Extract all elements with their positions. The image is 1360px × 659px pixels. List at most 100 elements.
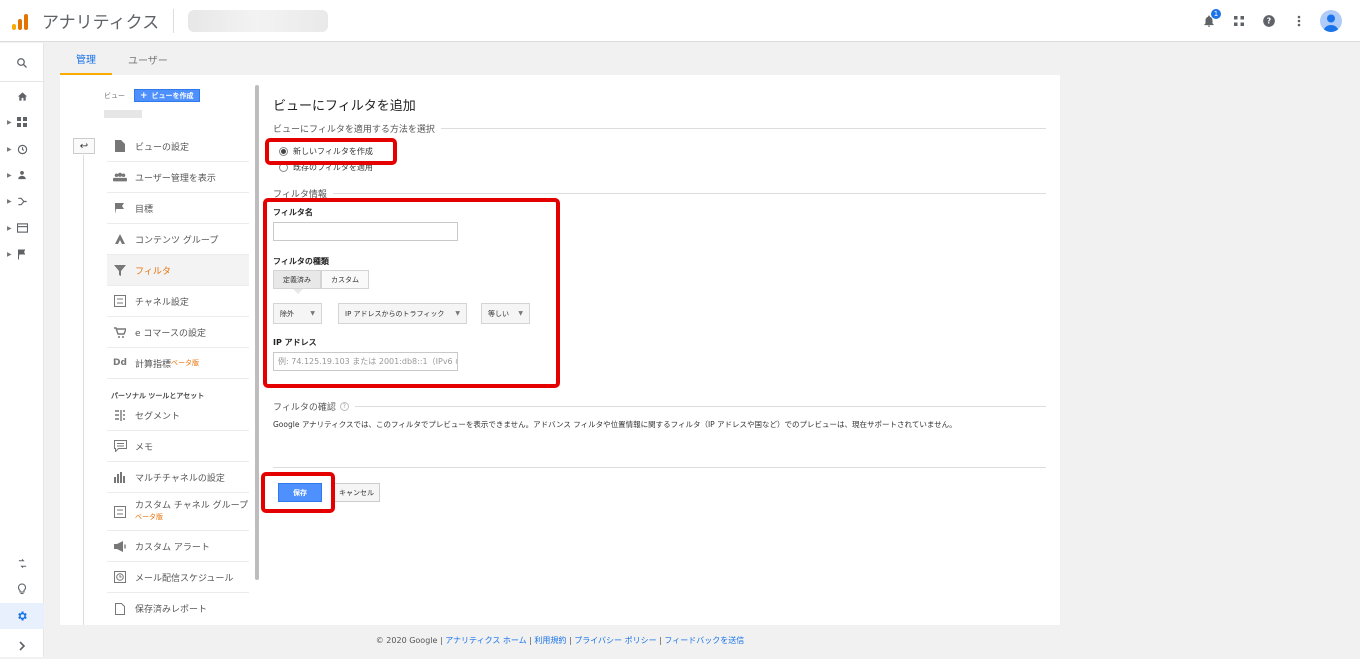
view-nav-column: ビュー + ビューを作成 ↩ ビューの設定 ユーザー管理を表示 目標 コンテンツ…	[60, 75, 255, 625]
nav-item-label: e コマースの設定	[135, 328, 206, 339]
nav-item-ecommerce[interactable]: e コマースの設定	[107, 317, 249, 348]
rail-audience[interactable]: ▶	[0, 162, 44, 188]
help-button[interactable]: ?	[1254, 6, 1284, 36]
rail-realtime[interactable]: ▶	[0, 136, 44, 162]
notifications-button[interactable]: 1	[1194, 6, 1224, 36]
nav-item-label: マルチチャネルの設定	[135, 473, 225, 484]
svg-text:?: ?	[1267, 17, 1271, 26]
apps-button[interactable]	[1224, 6, 1254, 36]
search-icon	[17, 58, 27, 68]
nav-item-goals[interactable]: 目標	[107, 193, 249, 224]
rail-search[interactable]	[0, 50, 44, 76]
rail-home[interactable]	[0, 83, 44, 109]
cart-icon	[113, 325, 127, 339]
nav-item-scheduled-emails[interactable]: メール配信スケジュール	[107, 562, 249, 593]
nav-item-label: フィルタ	[135, 266, 171, 277]
view-selector[interactable]	[104, 110, 142, 118]
nav-item-label: ユーザー管理を表示	[135, 173, 216, 184]
rail-admin[interactable]	[0, 603, 44, 629]
apps-grid-icon	[1234, 16, 1244, 26]
nav-item-label: 保存済みレポート	[135, 605, 208, 615]
nav-item-filters[interactable]: フィルタ	[107, 255, 249, 286]
nav-item-label: カスタム アラート	[135, 542, 210, 553]
app-title: アナリティクス	[42, 13, 160, 32]
channel-icon	[113, 505, 127, 519]
behavior-icon	[16, 223, 28, 233]
nav-item-custom-channel-grouping[interactable]: カスタム チャネル グループ ベータ版	[107, 493, 249, 531]
beta-badge: ベータ版	[171, 359, 200, 367]
account-avatar[interactable]	[1320, 10, 1342, 32]
top-bar: アナリティクス 1 ?	[0, 0, 1360, 42]
nav-item-label: 計算指標	[135, 359, 172, 370]
footer-link-terms[interactable]: 利用規約	[534, 636, 566, 645]
notification-badge: 1	[1211, 9, 1221, 19]
dd-icon: Dd	[113, 358, 127, 368]
more-button[interactable]	[1284, 6, 1314, 36]
method-section: ビューにフィルタを適用する方法を選択	[273, 122, 1046, 135]
help-icon: ?	[1263, 15, 1275, 27]
form-divider	[273, 467, 1046, 468]
nav-item-label: メモ	[135, 442, 154, 453]
nav-item-segments[interactable]: セグメント	[107, 400, 249, 431]
view-label: ビュー	[104, 92, 125, 100]
nav-item-custom-alerts[interactable]: カスタム アラート	[107, 531, 249, 562]
tree-line	[83, 155, 84, 625]
person-icon	[18, 171, 26, 180]
nav-item-view-settings[interactable]: ビューの設定	[107, 131, 249, 162]
footer-link-home[interactable]: アナリティクス ホーム	[445, 636, 526, 645]
tab-user[interactable]: ユーザー	[112, 43, 184, 75]
beta-badge: ベータ版	[135, 512, 163, 521]
home-icon	[17, 91, 27, 101]
back-arrow-icon: ↩	[79, 140, 89, 152]
highlight-box-filter-info	[263, 198, 560, 388]
nav-item-calculated-metrics[interactable]: Dd 計算指標 ベータ版	[107, 348, 249, 379]
user-avatar-icon	[1323, 14, 1339, 32]
page-scrollbar[interactable]	[1352, 43, 1360, 657]
nav-item-label: メール配信スケジュール	[135, 573, 234, 584]
rail-customization[interactable]: ▶	[0, 109, 44, 135]
nav-item-label: ビューの設定	[135, 142, 190, 153]
nav-item-multichannel[interactable]: マルチチャネルの設定	[107, 462, 249, 493]
cancel-button[interactable]: キャンセル	[333, 483, 380, 502]
rail-behavior[interactable]: ▶	[0, 215, 44, 241]
channel-icon	[113, 294, 127, 308]
back-button[interactable]: ↩	[73, 138, 95, 154]
nav-item-content-grouping[interactable]: コンテンツ グループ	[107, 224, 249, 255]
more-vert-icon	[1297, 15, 1301, 27]
account-selector[interactable]	[188, 9, 329, 32]
create-view-button[interactable]: + ビューを作成	[134, 89, 200, 102]
flag-icon	[18, 249, 26, 259]
attribution-icon	[18, 558, 26, 568]
help-icon[interactable]: ?	[339, 402, 349, 411]
footer-link-feedback[interactable]: フィードバックを送信	[664, 636, 744, 645]
nav-scrollbar[interactable]	[255, 85, 259, 580]
nav-item-label: セグメント	[135, 411, 181, 422]
left-rail: ▶ ▶ ▶ ▶ ▶ ▶	[0, 43, 44, 657]
nav-item-annotations[interactable]: メモ	[107, 431, 249, 462]
admin-panel: ビュー + ビューを作成 ↩ ビューの設定 ユーザー管理を表示 目標 コンテンツ…	[60, 75, 1060, 625]
analytics-logo[interactable]	[2, 0, 38, 42]
verify-section: フィルタの確認 ?	[273, 400, 1046, 413]
nav-item-channel-settings[interactable]: チャネル設定	[107, 286, 249, 317]
page-title: ビューにフィルタを追加	[273, 98, 416, 113]
tab-admin[interactable]: 管理	[60, 43, 112, 75]
create-view-label: ビューを作成	[151, 91, 194, 100]
preview-note: Google アナリティクスでは、このフィルタでプレビューを表示できません。アド…	[273, 420, 957, 429]
rail-conversions[interactable]: ▶	[0, 241, 44, 267]
nav-item-label: 目標	[135, 204, 154, 215]
lightbulb-icon	[18, 583, 26, 595]
footer: © 2020 Google | アナリティクス ホーム | 利用規約 | プライ…	[375, 636, 745, 645]
nav-item-user-management[interactable]: ユーザー管理を表示	[107, 162, 249, 193]
users-icon	[113, 170, 127, 184]
rail-acquisition[interactable]: ▶	[0, 188, 44, 214]
rail-attribution[interactable]	[0, 550, 44, 576]
rail-divider	[0, 81, 44, 82]
footer-link-privacy[interactable]: プライバシー ポリシー	[574, 636, 656, 645]
acquisition-icon	[17, 197, 27, 205]
bar-chart-icon	[113, 470, 127, 484]
nav-item-label: コンテンツ グループ	[135, 235, 219, 246]
clock-icon	[113, 570, 127, 584]
rail-discover[interactable]	[0, 576, 44, 602]
nav-item-saved-reports[interactable]: 保存済みレポート	[107, 593, 249, 624]
segment-icon	[113, 408, 127, 422]
